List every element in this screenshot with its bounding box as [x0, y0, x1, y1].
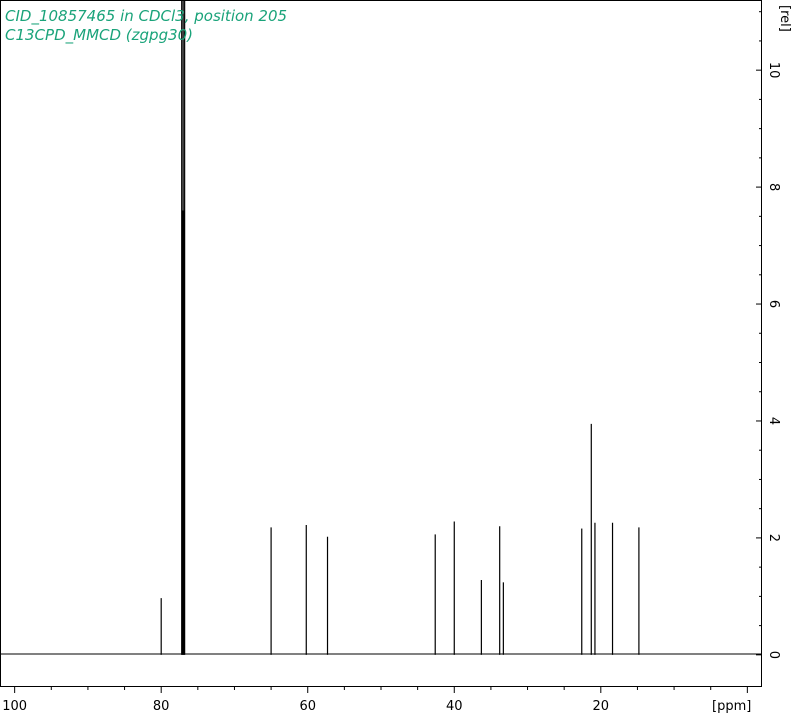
x-tick-label: 80: [153, 699, 170, 714]
plot-frame: [0, 0, 762, 687]
y-tick-label: 8: [766, 183, 781, 191]
solvent-peak-envelope: [181, 210, 185, 655]
y-tick-label: 10: [766, 62, 781, 79]
header-line-1: CID_10857465 in CDCl3, position 205: [5, 7, 287, 26]
x-tick-label: 60: [299, 699, 316, 714]
x-axis-label: [ppm]: [712, 699, 751, 714]
x-tick-label: 100: [2, 699, 27, 714]
header-line-2: C13CPD_MMCD (zgpg30): [5, 26, 193, 45]
y-axis-label: [rel]: [777, 5, 791, 32]
y-tick-label: 0: [766, 651, 781, 659]
x-axis: 100 80 60 40 20: [2, 687, 748, 714]
x-tick-label: 20: [593, 699, 610, 714]
nmr-spectrum-chart: 100 80 60 40 20 0 2 4 6 8 10 CID_10857465 in CDCl…: [0, 0, 791, 714]
y-tick-label: 6: [766, 300, 781, 308]
y-tick-label: 4: [766, 417, 781, 425]
x-tick-label: 40: [446, 699, 463, 714]
spectrum-trace: [160, 1, 640, 655]
y-axis: 0 2 4 6 8 10: [756, 11, 781, 659]
y-tick-label: 2: [766, 534, 781, 542]
